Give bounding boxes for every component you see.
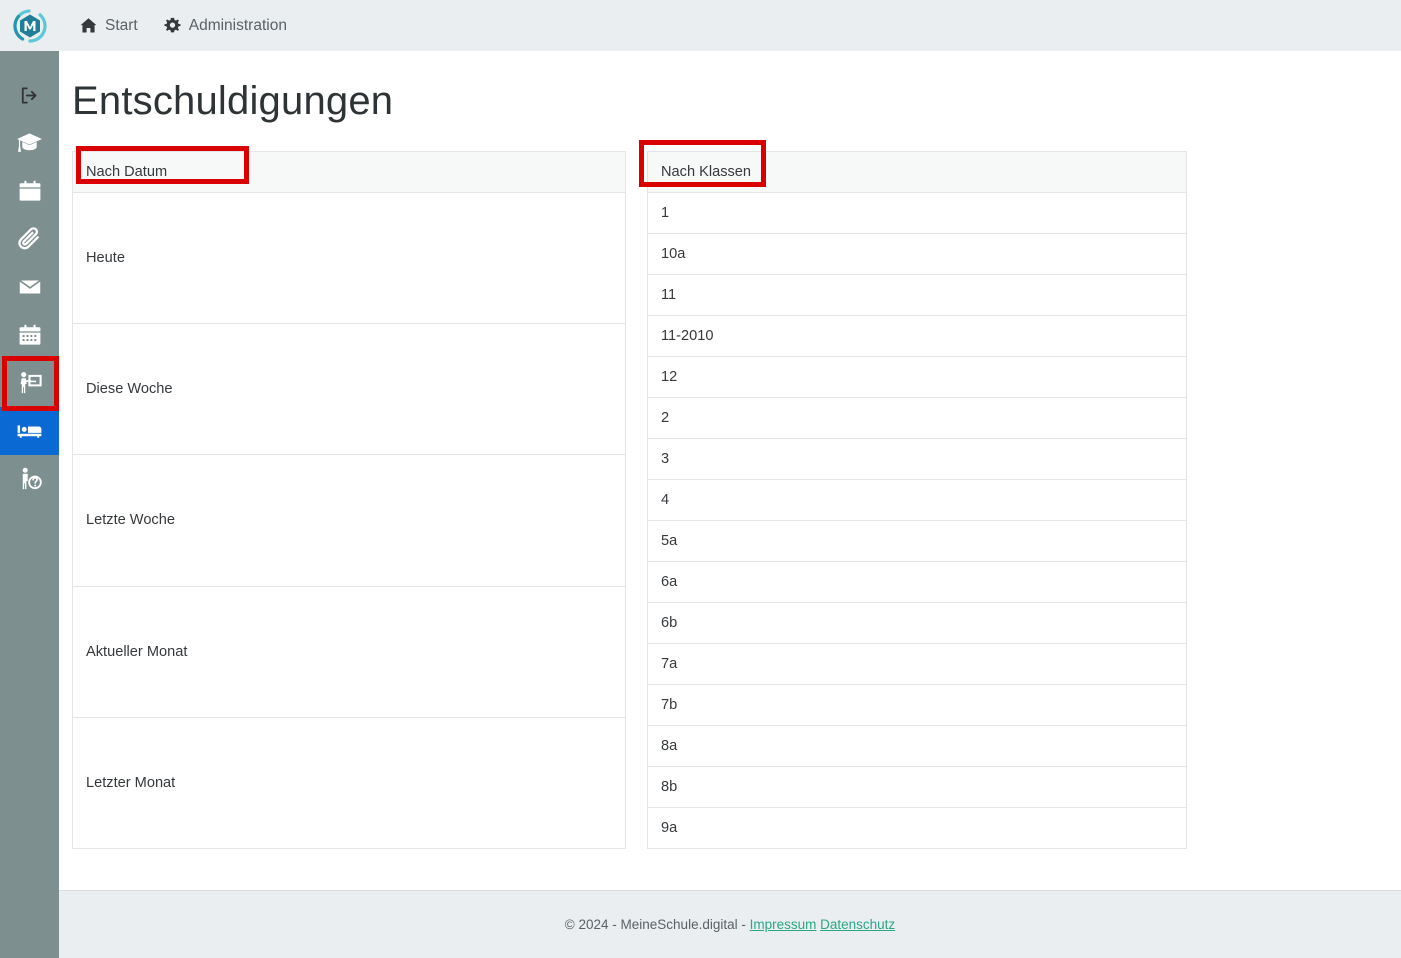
nav-item-administration[interactable]: Administration bbox=[164, 17, 287, 34]
table-row[interactable]: 12 bbox=[647, 356, 1187, 398]
table-nach-klassen: Nach Klassen 1 10a 11 11-2010 12 2 3 4 5… bbox=[647, 151, 1187, 849]
table-row[interactable]: 6b bbox=[647, 602, 1187, 644]
paperclip-icon bbox=[17, 226, 43, 252]
table-row[interactable]: 7a bbox=[647, 643, 1187, 685]
graduation-cap-icon bbox=[16, 130, 43, 157]
table-row[interactable]: 2 bbox=[647, 397, 1187, 439]
page-title: Entschuldigungen bbox=[72, 79, 394, 123]
table-row[interactable]: 1 bbox=[647, 192, 1187, 234]
top-header-bar: Start Administration bbox=[0, 0, 1401, 51]
nav-item-start[interactable]: Start bbox=[80, 17, 138, 34]
app-logo[interactable] bbox=[0, 0, 59, 51]
row-cell-heute[interactable]: Heute bbox=[72, 191, 626, 325]
table-row[interactable]: 3 bbox=[647, 438, 1187, 480]
sidebar-item-hilfe[interactable] bbox=[0, 455, 59, 503]
row-cell-klasse-3[interactable]: 3 bbox=[647, 438, 1187, 480]
table-row[interactable]: Letzte Woche bbox=[72, 454, 626, 587]
table-row[interactable]: 7b bbox=[647, 684, 1187, 726]
gear-icon bbox=[164, 17, 181, 34]
row-cell-klasse-6b[interactable]: 6b bbox=[647, 602, 1187, 644]
chalkboard-teacher-icon bbox=[17, 370, 43, 396]
row-cell-klasse-11-2010[interactable]: 11-2010 bbox=[647, 315, 1187, 357]
row-cell-klasse-8a[interactable]: 8a bbox=[647, 725, 1187, 767]
table-row[interactable]: 8b bbox=[647, 766, 1187, 808]
sidebar-item-termine[interactable] bbox=[0, 311, 59, 359]
page-footer: © 2024 - MeineSchule.digital - Impressum… bbox=[59, 890, 1401, 958]
table-row[interactable]: 9a bbox=[647, 807, 1187, 849]
row-cell-klasse-11[interactable]: 11 bbox=[647, 274, 1187, 316]
table-row[interactable]: Diese Woche bbox=[72, 323, 626, 456]
bed-icon bbox=[16, 418, 43, 445]
person-question-icon bbox=[17, 466, 43, 492]
row-cell-klasse-8b[interactable]: 8b bbox=[647, 766, 1187, 808]
table-row[interactable]: Heute bbox=[72, 191, 626, 325]
sidebar-item-kalender[interactable] bbox=[0, 167, 59, 215]
column-header-nach-datum[interactable]: Nach Datum bbox=[72, 151, 626, 193]
meineschule-logo-icon bbox=[12, 8, 47, 43]
row-cell-klasse-10a[interactable]: 10a bbox=[647, 233, 1187, 275]
calendar-days-icon bbox=[18, 323, 42, 347]
row-cell-diese-woche[interactable]: Diese Woche bbox=[72, 323, 626, 456]
footer-link-datenschutz[interactable]: Datenschutz bbox=[820, 917, 895, 932]
sidebar-item-schule[interactable] bbox=[0, 119, 59, 167]
row-cell-klasse-12[interactable]: 12 bbox=[647, 356, 1187, 398]
envelope-icon bbox=[17, 274, 43, 300]
table-nach-datum: Nach Datum Heute Diese Woche Letzte Woch… bbox=[72, 151, 626, 850]
row-cell-klasse-7b[interactable]: 7b bbox=[647, 684, 1187, 726]
sidebar-item-unterricht[interactable] bbox=[0, 359, 59, 407]
row-cell-aktueller-monat[interactable]: Aktueller Monat bbox=[72, 585, 626, 718]
row-cell-klasse-9a[interactable]: 9a bbox=[647, 807, 1187, 849]
sidebar-item-abmelden[interactable] bbox=[0, 71, 59, 119]
nav-item-administration-label: Administration bbox=[188, 16, 287, 34]
calendar-blank-icon bbox=[18, 179, 42, 203]
sidebar-item-entschuldigungen[interactable] bbox=[0, 407, 59, 455]
row-cell-klasse-6a[interactable]: 6a bbox=[647, 561, 1187, 603]
sidebar-item-anlagen[interactable] bbox=[0, 215, 59, 263]
row-cell-letzte-woche[interactable]: Letzte Woche bbox=[72, 454, 626, 587]
sidebar-item-nachrichten[interactable] bbox=[0, 263, 59, 311]
table-header-row: Nach Klassen bbox=[647, 151, 1187, 193]
column-header-nach-klassen[interactable]: Nach Klassen bbox=[647, 151, 1187, 193]
table-row[interactable]: 11-2010 bbox=[647, 315, 1187, 357]
row-cell-klasse-1[interactable]: 1 bbox=[647, 192, 1187, 234]
nav-item-start-label: Start bbox=[105, 16, 138, 34]
row-cell-klasse-4[interactable]: 4 bbox=[647, 479, 1187, 521]
table-body-nach-klassen: 1 10a 11 11-2010 12 2 3 4 5a 6a 6b 7a 7b… bbox=[647, 192, 1187, 849]
main-content: Entschuldigungen Nach Datum Heute Diese … bbox=[59, 51, 1401, 890]
panels-container: Nach Datum Heute Diese Woche Letzte Woch… bbox=[59, 151, 1401, 850]
table-row[interactable]: 4 bbox=[647, 479, 1187, 521]
row-cell-letzter-monat[interactable]: Letzter Monat bbox=[72, 716, 626, 850]
table-row[interactable]: Letzter Monat bbox=[72, 716, 626, 850]
table-row[interactable]: Aktueller Monat bbox=[72, 585, 626, 718]
sign-out-icon bbox=[19, 85, 40, 106]
table-header-row: Nach Datum bbox=[72, 151, 626, 193]
footer-text: © 2024 - MeineSchule.digital - Impressum… bbox=[565, 917, 895, 932]
footer-link-impressum[interactable]: Impressum bbox=[750, 917, 817, 932]
row-cell-klasse-2[interactable]: 2 bbox=[647, 397, 1187, 439]
primary-navigation: Start Administration bbox=[80, 17, 287, 34]
table-row[interactable]: 6a bbox=[647, 561, 1187, 603]
table-body-nach-datum: Heute Diese Woche Letzte Woche Aktueller… bbox=[72, 191, 626, 850]
row-cell-klasse-7a[interactable]: 7a bbox=[647, 643, 1187, 685]
table-row[interactable]: 8a bbox=[647, 725, 1187, 767]
table-row[interactable]: 10a bbox=[647, 233, 1187, 275]
left-sidebar bbox=[0, 51, 59, 958]
table-row[interactable]: 11 bbox=[647, 274, 1187, 316]
home-icon bbox=[80, 17, 97, 34]
footer-copyright: © 2024 - MeineSchule.digital - bbox=[564, 917, 746, 932]
table-row[interactable]: 5a bbox=[647, 520, 1187, 562]
row-cell-klasse-5a[interactable]: 5a bbox=[647, 520, 1187, 562]
